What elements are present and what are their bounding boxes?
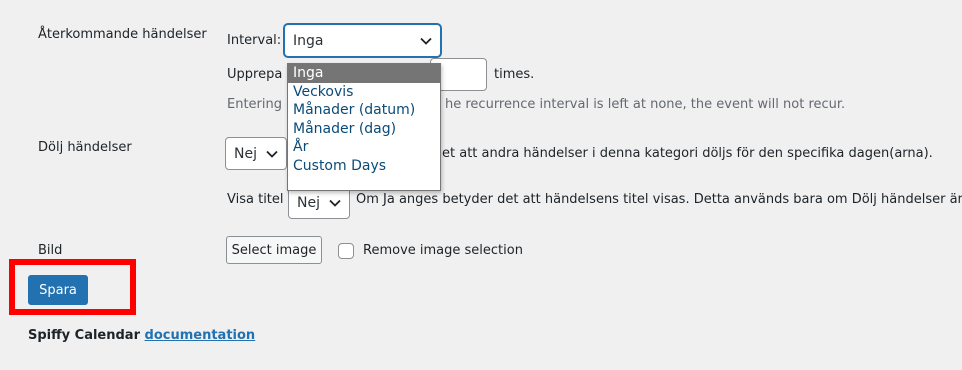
interval-option[interactable]: Månader (datum): [288, 101, 440, 120]
interval-select-value: Inga: [293, 32, 324, 49]
recurring-events-label: Återkommande händelser: [38, 27, 207, 42]
hide-events-label: Dölj händelser: [38, 140, 132, 155]
interval-dropdown-list[interactable]: Inga Veckovis Månader (datum) Månader (dag)…: [287, 63, 441, 191]
interval-select[interactable]: Inga: [284, 24, 441, 57]
footer-prefix: Spiffy Calendar: [28, 328, 140, 343]
remove-image-checkbox[interactable]: [338, 243, 354, 259]
repeat-prefix: Upprepa: [227, 67, 283, 82]
interval-label: Interval:: [227, 33, 282, 48]
show-title-label: Visa titel: [227, 192, 284, 207]
interval-option[interactable]: Veckovis: [288, 83, 440, 102]
recurrence-help-text: he recurrence interval is left at none, …: [445, 97, 846, 112]
recurrence-help-prefix: Entering: [227, 97, 282, 112]
show-title-help: Om Ja anges betyder det att händelsens t…: [356, 192, 962, 207]
documentation-link[interactable]: documentation: [145, 328, 256, 343]
hide-events-help: et att andra händelser i denna kategori …: [442, 146, 933, 161]
chevron-down-icon: [420, 37, 432, 45]
remove-image-label: Remove image selection: [363, 243, 523, 258]
interval-option[interactable]: Månader (dag): [288, 120, 440, 139]
image-label: Bild: [38, 243, 63, 258]
chevron-down-icon: [266, 150, 278, 158]
select-image-button[interactable]: Select image: [226, 236, 322, 264]
hide-events-select[interactable]: Nej: [225, 137, 287, 170]
hide-events-value: Nej: [234, 145, 257, 162]
interval-option[interactable]: År: [288, 138, 440, 157]
repeat-suffix: times.: [494, 67, 535, 82]
interval-option[interactable]: Inga: [288, 64, 440, 83]
footer-credit: Spiffy Calendar documentation: [28, 328, 255, 343]
save-button[interactable]: Spara: [28, 275, 88, 305]
chevron-down-icon: [329, 199, 341, 207]
show-title-value: Nej: [297, 194, 320, 211]
interval-option[interactable]: Custom Days: [288, 157, 440, 176]
